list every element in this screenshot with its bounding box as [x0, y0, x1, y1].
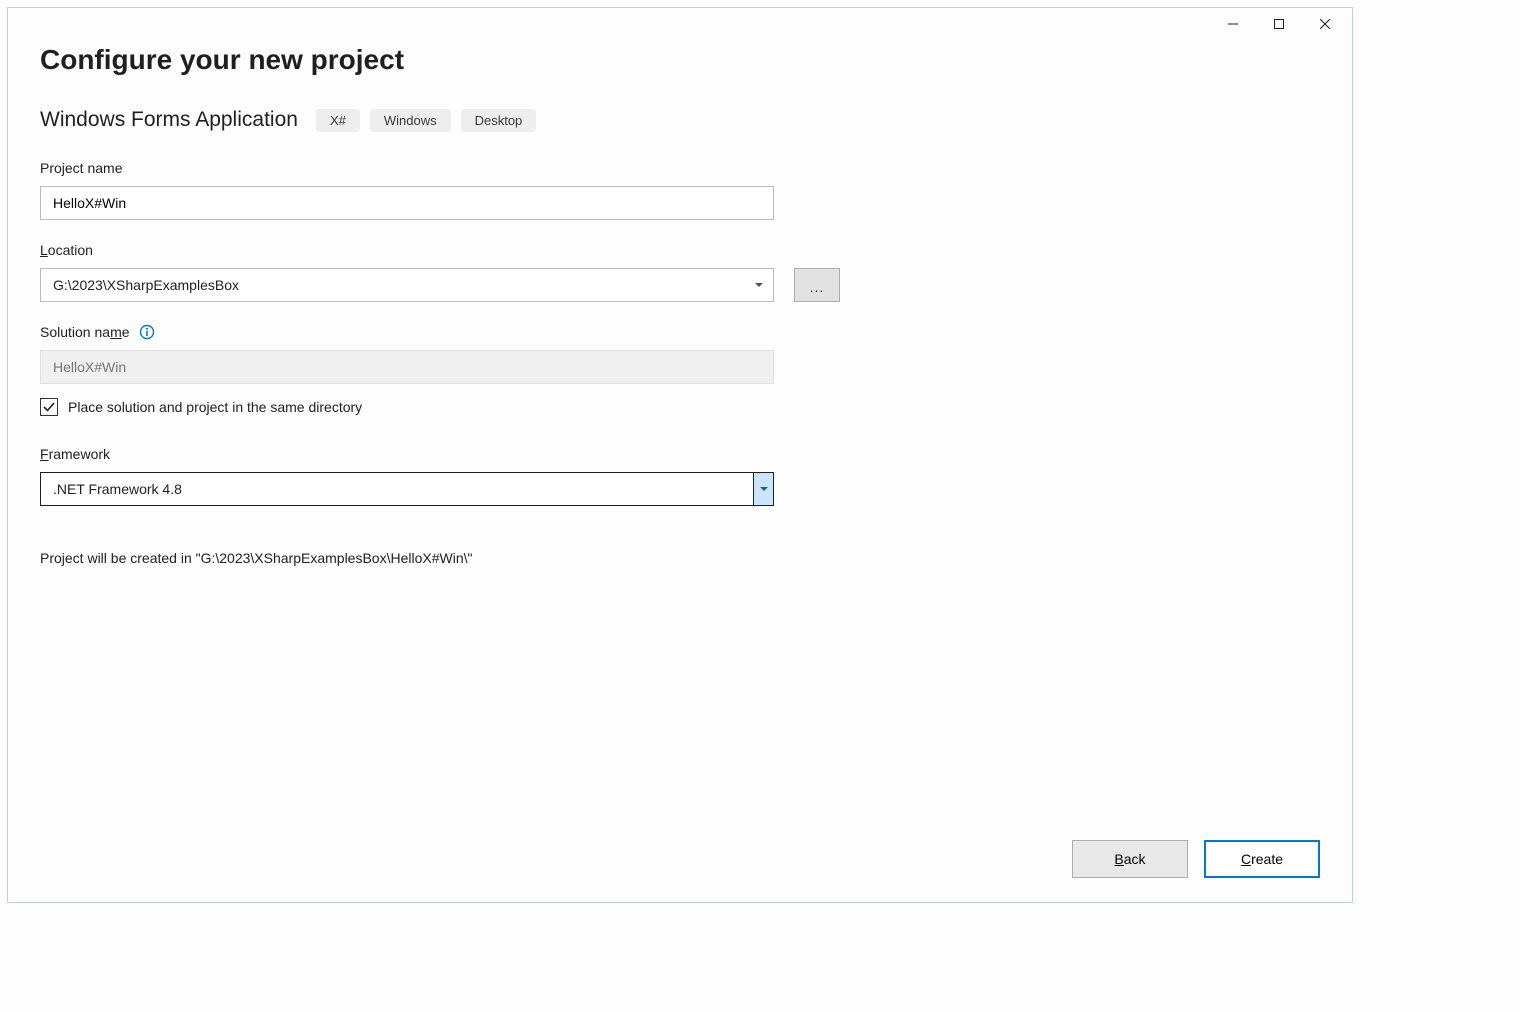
back-button[interactable]: Back — [1072, 840, 1188, 878]
template-name: Windows Forms Application — [40, 108, 298, 132]
close-button[interactable] — [1302, 9, 1348, 39]
template-info-row: Windows Forms Application X# Windows Des… — [40, 108, 1320, 132]
create-button[interactable]: Create — [1204, 840, 1320, 878]
tag-desktop: Desktop — [461, 109, 537, 132]
project-name-label: Project name — [40, 160, 1320, 176]
page-title: Configure your new project — [40, 44, 1320, 76]
tag-windows: Windows — [370, 109, 451, 132]
solution-name-field: Solution name — [40, 324, 1320, 384]
dialog-content: Configure your new project Windows Forms… — [8, 40, 1352, 902]
minimize-button[interactable] — [1210, 9, 1256, 39]
info-icon[interactable] — [139, 324, 155, 340]
framework-value: .NET Framework 4.8 — [41, 473, 753, 505]
same-directory-row: Place solution and project in the same d… — [40, 398, 1320, 416]
chevron-down-icon — [760, 487, 768, 491]
tag-xsharp: X# — [316, 109, 360, 132]
location-value: G:\2023\XSharpExamplesBox — [53, 277, 239, 293]
title-bar — [8, 8, 1352, 40]
location-field: Location G:\2023\XSharpExamplesBox ... — [40, 242, 1320, 302]
chevron-down-icon — [755, 283, 763, 287]
browse-button[interactable]: ... — [794, 268, 840, 302]
maximize-button[interactable] — [1256, 9, 1302, 39]
minimize-icon — [1228, 19, 1238, 29]
status-text: Project will be created in "G:\2023\XSha… — [40, 550, 1320, 566]
framework-field: Framework .NET Framework 4.8 — [40, 446, 1320, 506]
framework-dropdown-button[interactable] — [753, 473, 773, 505]
framework-label: Framework — [40, 446, 1320, 462]
location-combo[interactable]: G:\2023\XSharpExamplesBox — [40, 268, 774, 302]
template-tags: X# Windows Desktop — [316, 109, 536, 132]
close-icon — [1320, 19, 1330, 29]
framework-combo[interactable]: .NET Framework 4.8 — [40, 472, 774, 506]
solution-name-label: Solution name — [40, 324, 1320, 340]
footer-buttons: Back Create — [1072, 840, 1320, 878]
location-label: Location — [40, 242, 1320, 258]
project-name-field: Project name — [40, 160, 1320, 220]
dialog-window: Configure your new project Windows Forms… — [7, 7, 1353, 903]
same-directory-label: Place solution and project in the same d… — [68, 399, 362, 415]
solution-name-input — [40, 350, 774, 384]
project-name-input[interactable] — [40, 186, 774, 220]
maximize-icon — [1274, 19, 1284, 29]
same-directory-checkbox[interactable] — [40, 398, 58, 416]
check-icon — [43, 401, 55, 413]
